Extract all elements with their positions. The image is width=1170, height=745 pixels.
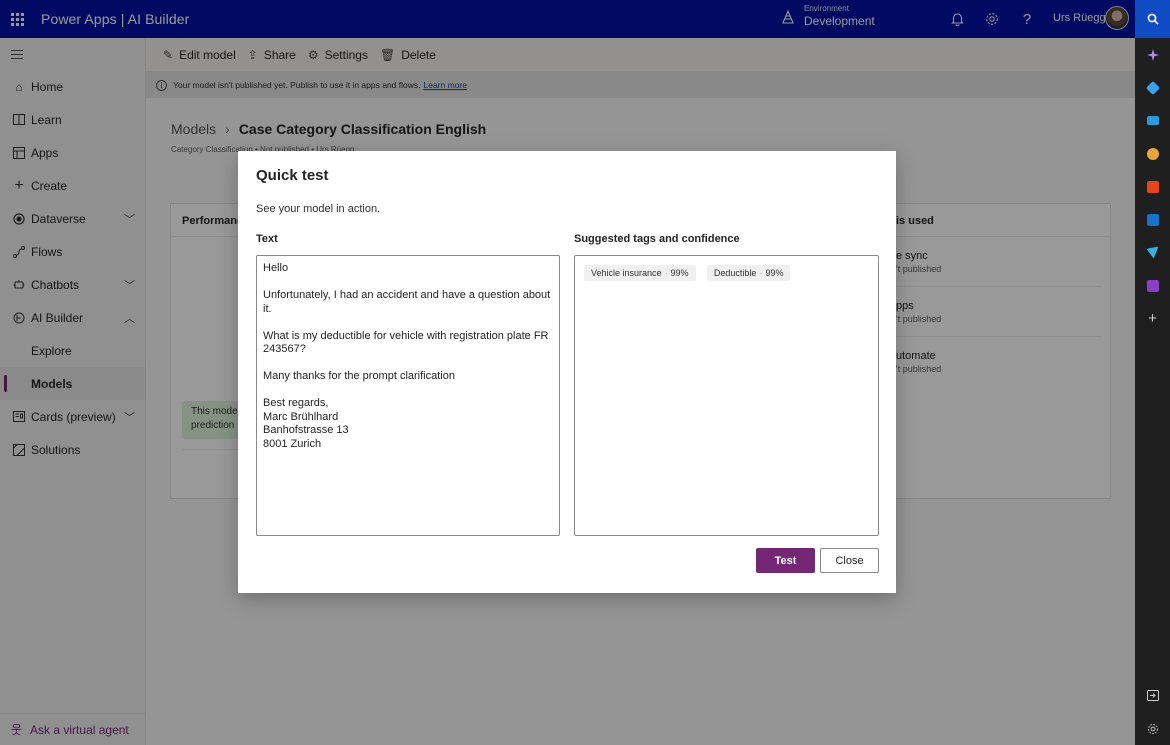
briefcase-icon[interactable] bbox=[1135, 104, 1170, 137]
people-icon[interactable] bbox=[1135, 137, 1170, 170]
tag-chip: Deductible · 99% bbox=[706, 265, 791, 281]
right-rail: + bbox=[1135, 0, 1170, 745]
expand-panel-icon[interactable] bbox=[1135, 679, 1170, 712]
tags-label: Suggested tags and confidence bbox=[574, 233, 740, 245]
test-text-input[interactable]: Hello Unfortunately, I had an accident a… bbox=[256, 255, 560, 536]
rail-settings-icon[interactable] bbox=[1135, 712, 1170, 745]
text-label: Text bbox=[256, 233, 278, 245]
onenote-icon[interactable] bbox=[1135, 269, 1170, 302]
tag-chip: Vehicle insurance · 99% bbox=[584, 265, 696, 281]
suggested-tags-box: Vehicle insurance · 99% Deductible · 99% bbox=[574, 255, 879, 536]
tag-icon[interactable] bbox=[1135, 71, 1170, 104]
outlook-icon[interactable] bbox=[1135, 203, 1170, 236]
send-icon[interactable] bbox=[1135, 236, 1170, 269]
add-icon[interactable]: + bbox=[1135, 302, 1170, 335]
quick-test-dialog: Quick test See your model in action. Tex… bbox=[238, 151, 896, 593]
copilot-icon[interactable] bbox=[1135, 38, 1170, 71]
close-button[interactable]: Close bbox=[820, 548, 879, 573]
search-icon[interactable] bbox=[1135, 0, 1170, 38]
office-icon[interactable] bbox=[1135, 170, 1170, 203]
dialog-subtitle: See your model in action. bbox=[256, 203, 381, 215]
dialog-title: Quick test bbox=[256, 167, 329, 184]
test-button[interactable]: Test bbox=[756, 548, 815, 573]
